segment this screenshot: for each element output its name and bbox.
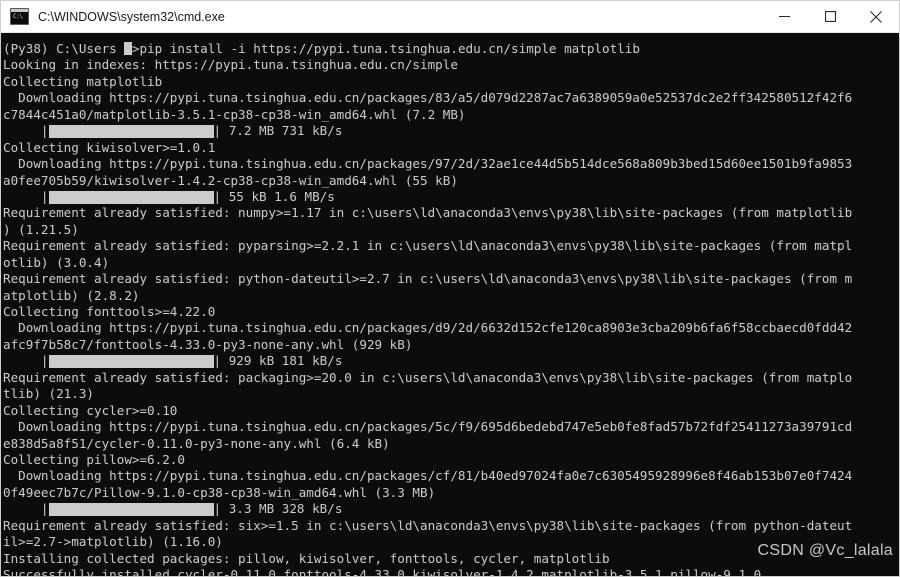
progress-bar: | | <box>41 123 221 139</box>
terminal-line: Requirement already satisfied: pyparsing… <box>3 238 853 254</box>
terminal-line: Looking in indexes: https://pypi.tuna.ts… <box>3 57 458 73</box>
progress-bar-left-pipe: | <box>40 501 49 517</box>
terminal-line: Collecting kiwisolver>=1.0.1 <box>3 139 216 155</box>
download-progress-line: | | 7.2 MB 731 kB/s <box>3 123 899 139</box>
progress-bar-left-pipe: | <box>40 123 49 139</box>
progress-bar-left-pipe: | <box>40 188 49 204</box>
terminal-line: Downloading https://pypi.tuna.tsinghua.e… <box>3 419 853 435</box>
terminal-line: Successfully installed cycler-0.11.0 fon… <box>3 567 762 576</box>
progress-bar: | | <box>41 501 221 517</box>
progress-bar-right-pipe: | <box>213 353 222 369</box>
close-icon <box>870 10 882 23</box>
progress-bar-right-pipe: | <box>213 188 222 204</box>
entered-command-text: >pip install -i https://pypi.tuna.tsingh… <box>131 41 640 56</box>
download-progress-line: | | 55 kB 1.6 MB/s <box>3 189 899 205</box>
progress-indent <box>3 501 41 517</box>
progress-bar: | | <box>41 189 221 205</box>
progress-bar-fill <box>48 355 214 369</box>
maximize-icon <box>824 11 836 22</box>
progress-bar-fill <box>48 124 214 138</box>
terminal-line: Downloading https://pypi.tuna.tsinghua.e… <box>3 90 853 106</box>
cmd-console-icon: C:\ <box>10 8 29 25</box>
download-progress-line: | | 929 kB 181 kB/s <box>3 353 899 369</box>
terminal-line: otlib) (3.0.4) <box>3 254 110 270</box>
progress-bar-right-pipe: | <box>213 501 222 517</box>
terminal-line: e838d5a8f51/cycler-0.11.0-py3-none-any.w… <box>3 435 390 451</box>
progress-bar-fill <box>48 190 214 204</box>
prompt-prefix: (Py38) C:\Users <box>3 41 125 56</box>
progress-bar-right-pipe: | <box>213 123 222 139</box>
window-title: C:\WINDOWS\system32\cmd.exe <box>38 9 225 24</box>
progress-indent <box>3 353 41 369</box>
minimize-icon <box>778 16 790 17</box>
progress-status-text: 55 kB 1.6 MB/s <box>221 188 335 204</box>
progress-bar-fill <box>48 502 214 516</box>
terminal-line: Requirement already satisfied: packaging… <box>3 369 853 385</box>
terminal-line: ) (1.21.5) <box>3 221 79 237</box>
window-controls <box>761 1 899 32</box>
progress-bar: | | <box>41 353 221 369</box>
text-cursor <box>124 42 132 55</box>
titlebar-left: C:\ C:\WINDOWS\system32\cmd.exe <box>1 8 225 25</box>
command-prompt-line[interactable]: (Py38) C:\Users >pip install -i https://… <box>3 41 899 57</box>
terminal-line: Downloading https://pypi.tuna.tsinghua.e… <box>3 320 853 336</box>
progress-indent <box>3 189 41 205</box>
progress-status-text: 7.2 MB 731 kB/s <box>221 123 343 139</box>
cmd-window: C:\ C:\WINDOWS\system32\cmd.exe (Py38) C… <box>0 0 900 577</box>
terminal-line: Requirement already satisfied: six>=1.5 … <box>3 517 853 533</box>
cmd-icon-prompt-glyph: C:\ <box>13 13 23 20</box>
terminal-line: a0fee705b59/kiwisolver-1.4.2-cp38-cp38-w… <box>3 172 458 188</box>
terminal-line: Downloading https://pypi.tuna.tsinghua.e… <box>3 156 853 172</box>
progress-indent <box>3 123 41 139</box>
terminal-line: il>=2.7->matplotlib) (1.16.0) <box>3 534 223 550</box>
progress-bar-left-pipe: | <box>40 353 49 369</box>
progress-status-text: 3.3 MB 328 kB/s <box>221 501 343 517</box>
terminal-line: Downloading https://pypi.tuna.tsinghua.e… <box>3 468 853 484</box>
terminal-line: Requirement already satisfied: python-da… <box>3 271 853 287</box>
download-progress-line: | | 3.3 MB 328 kB/s <box>3 501 899 517</box>
terminal-line: Collecting fonttools>=4.22.0 <box>3 304 216 319</box>
window-titlebar[interactable]: C:\ C:\WINDOWS\system32\cmd.exe <box>1 1 899 33</box>
terminal-line: Collecting cycler>=0.10 <box>3 402 178 418</box>
terminal-line: afc9f7b58c7/fonttools-4.33.0-py3-none-an… <box>3 336 413 352</box>
minimize-button[interactable] <box>761 1 807 32</box>
terminal-line: c7844c451a0/matplotlib-3.5.1-cp38-cp38-w… <box>3 106 466 122</box>
terminal-line: Collecting matplotlib <box>3 73 163 89</box>
progress-status-text: 929 kB 181 kB/s <box>221 353 343 369</box>
close-button[interactable] <box>853 1 899 32</box>
maximize-button[interactable] <box>807 1 853 32</box>
terminal-line: tlib) (21.3) <box>3 386 94 402</box>
terminal-line: 0f49eec7b7c/Pillow-9.1.0-cp38-cp38-win_a… <box>3 484 436 500</box>
terminal-line: Collecting pillow>=6.2.0 <box>3 451 185 467</box>
terminal-output[interactable]: (Py38) C:\Users >pip install -i https://… <box>1 33 899 576</box>
terminal-line: atplotlib) (2.8.2) <box>3 287 140 303</box>
terminal-line: Installing collected packages: pillow, k… <box>3 550 610 566</box>
terminal-line: Requirement already satisfied: numpy>=1.… <box>3 205 853 221</box>
